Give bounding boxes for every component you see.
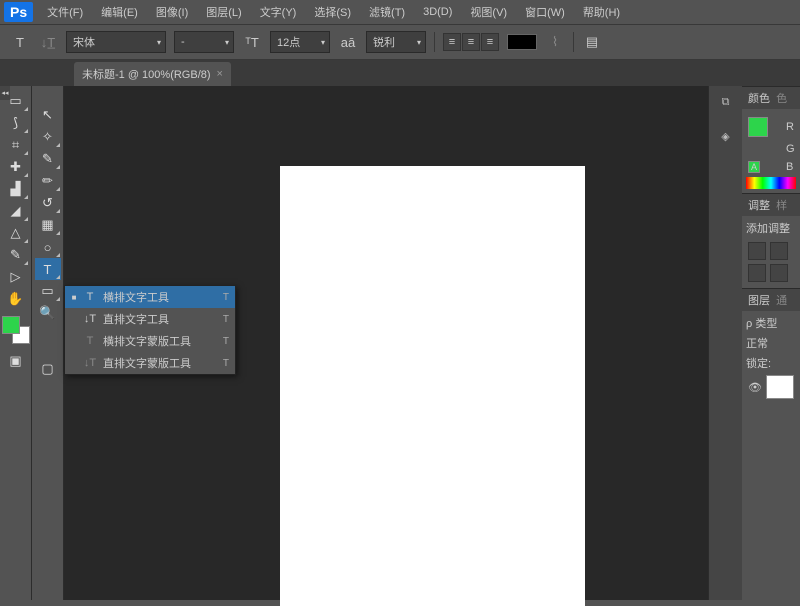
- layers-panel: 图层 通 ρ 类型 正常 锁定: 👁: [742, 288, 800, 405]
- color-panel-tab[interactable]: 颜色 色: [742, 87, 800, 109]
- adjustment-icon[interactable]: [770, 264, 788, 282]
- document-tab[interactable]: 未标题-1 @ 100%(RGB/8) ×: [74, 62, 231, 86]
- font-family-select[interactable]: 宋体: [66, 31, 166, 53]
- stamp-tool[interactable]: ▟: [3, 178, 29, 200]
- menu-3d[interactable]: 3D(D): [415, 2, 460, 22]
- text-align-group: ≡ ≡ ≡: [443, 33, 499, 51]
- font-size-icon: ᵀT: [242, 32, 262, 52]
- adjustment-icon[interactable]: [748, 242, 766, 260]
- options-bar: T ↓T̲ 宋体 - ᵀT 12点 aā 锐利 ≡ ≡ ≡ ⌇ ▤: [0, 24, 800, 60]
- menu-select[interactable]: 选择(S): [306, 0, 359, 24]
- orientation-toggle-icon[interactable]: ↓T̲: [38, 32, 58, 52]
- screenmode-icon[interactable]: ▢: [35, 358, 61, 380]
- toolbox: ◂◂ ▭ ⟆ ⌗ ✚ ▟ ◢ △ ✎ ▷ ✋ ▣ ↖ ✧ ✎ ✏ ↺ ▦ ○: [0, 86, 64, 600]
- dodge-tool[interactable]: ○: [35, 236, 61, 258]
- marquee-tool[interactable]: ▭: [3, 90, 29, 112]
- pen-tool[interactable]: ✎: [3, 244, 29, 266]
- lock-label: 锁定:: [746, 353, 796, 373]
- menu-bar: Ps 文件(F) 编辑(E) 图像(I) 图层(L) 文字(Y) 选择(S) 滤…: [0, 0, 800, 24]
- brush-tool[interactable]: ✏: [35, 170, 61, 192]
- menu-help[interactable]: 帮助(H): [575, 0, 628, 24]
- bullet-icon: ■: [71, 293, 77, 302]
- fg-color-large[interactable]: [748, 117, 768, 137]
- flyout-vertical-type-mask[interactable]: ↓T 直排文字蒙版工具 T: [65, 352, 235, 374]
- layer-row[interactable]: 👁: [746, 373, 796, 401]
- flyout-horizontal-type-mask[interactable]: T 横排文字蒙版工具 T: [65, 330, 235, 352]
- menu-layer[interactable]: 图层(L): [198, 0, 249, 24]
- aa-label: aā: [338, 32, 358, 52]
- flyout-vertical-type[interactable]: ↓T 直排文字工具 T: [65, 308, 235, 330]
- menu-image[interactable]: 图像(I): [148, 0, 196, 24]
- warp-text-icon[interactable]: ⌇: [545, 32, 565, 52]
- color-panel: 颜色 色 R G AB: [742, 86, 800, 193]
- aa-select[interactable]: 锐利: [366, 31, 426, 53]
- hand-tool[interactable]: ✋: [3, 288, 29, 310]
- adjustment-icon[interactable]: [748, 264, 766, 282]
- quickmask-icon[interactable]: ▣: [3, 350, 29, 372]
- adjustment-icon[interactable]: [770, 242, 788, 260]
- close-icon[interactable]: ×: [217, 68, 223, 80]
- font-size-select[interactable]: 12点: [270, 31, 330, 53]
- zoom-tool[interactable]: 🔍: [35, 302, 61, 324]
- paragraph-panel-icon[interactable]: ▤: [582, 32, 602, 52]
- dock-strip: ⧉ ◈: [708, 86, 742, 600]
- layers-tab[interactable]: 图层 通: [742, 289, 800, 311]
- eyedropper-tool[interactable]: ✎: [35, 148, 61, 170]
- type-tool[interactable]: T: [35, 258, 61, 280]
- type-tool-flyout: ■ T 横排文字工具 T ↓T 直排文字工具 T T 横排文字蒙版工具 T ↓T…: [64, 285, 236, 375]
- history-brush-tool[interactable]: ↺: [35, 192, 61, 214]
- vertical-type-mask-icon: ↓T: [83, 357, 97, 369]
- blend-mode[interactable]: 正常: [746, 333, 796, 353]
- path-select-tool[interactable]: ▷: [3, 266, 29, 288]
- eraser-tool[interactable]: ◢: [3, 200, 29, 222]
- text-color-swatch[interactable]: [507, 34, 537, 50]
- type-tool-preset-icon[interactable]: T: [10, 32, 30, 52]
- align-right-icon[interactable]: ≡: [481, 33, 499, 51]
- ps-logo: Ps: [4, 2, 33, 22]
- adjustments-panel: 调整 样 添加调整: [742, 193, 800, 288]
- font-style-select[interactable]: -: [174, 31, 234, 53]
- move-tool[interactable]: ↖: [35, 104, 61, 126]
- menu-filter[interactable]: 滤镜(T): [361, 0, 413, 24]
- history-panel-icon[interactable]: ⧉: [716, 92, 736, 112]
- canvas-area: ■ T 横排文字工具 T ↓T 直排文字工具 T T 横排文字蒙版工具 T ↓T…: [64, 86, 800, 600]
- crop-tool[interactable]: ⌗: [3, 134, 29, 156]
- menu-file[interactable]: 文件(F): [39, 0, 91, 24]
- layer-thumbnail[interactable]: [766, 375, 794, 399]
- lasso-tool[interactable]: ⟆: [3, 112, 29, 134]
- warn-icon: A: [748, 161, 760, 173]
- divider: [573, 32, 574, 52]
- align-center-icon[interactable]: ≡: [462, 33, 480, 51]
- type-icon: T: [83, 291, 97, 303]
- align-left-icon[interactable]: ≡: [443, 33, 461, 51]
- color-spectrum[interactable]: [746, 177, 796, 189]
- gradient-tool[interactable]: ▦: [35, 214, 61, 236]
- blur-tool[interactable]: △: [3, 222, 29, 244]
- adjustments-hint: 添加调整: [746, 220, 796, 236]
- main-area: ◂◂ ▭ ⟆ ⌗ ✚ ▟ ◢ △ ✎ ▷ ✋ ▣ ↖ ✧ ✎ ✏ ↺ ▦ ○: [0, 86, 800, 600]
- document-tabbar: 未标题-1 @ 100%(RGB/8) ×: [0, 60, 800, 86]
- flyout-horizontal-type[interactable]: ■ T 横排文字工具 T: [65, 286, 235, 308]
- menu-window[interactable]: 窗口(W): [517, 0, 573, 24]
- magic-wand-tool[interactable]: ✧: [35, 126, 61, 148]
- properties-panel-icon[interactable]: ◈: [716, 126, 736, 146]
- color-swatches[interactable]: [2, 316, 30, 344]
- right-dock: ⧉ ◈ 颜色 色 R G AB 调整 样 添加调整: [708, 86, 800, 600]
- foreground-color[interactable]: [2, 316, 20, 334]
- visibility-icon[interactable]: 👁: [748, 381, 762, 394]
- menu-view[interactable]: 视图(V): [462, 0, 515, 24]
- tab-title: 未标题-1 @ 100%(RGB/8): [82, 66, 211, 82]
- type-mask-icon: T: [83, 335, 97, 347]
- canvas[interactable]: [280, 166, 585, 606]
- shape-tool[interactable]: ▭: [35, 280, 61, 302]
- adjustments-tab[interactable]: 调整 样: [742, 194, 800, 216]
- healing-tool[interactable]: ✚: [3, 156, 29, 178]
- divider: [434, 32, 435, 52]
- menu-edit[interactable]: 编辑(E): [93, 0, 146, 24]
- menu-type[interactable]: 文字(Y): [252, 0, 305, 24]
- vertical-type-icon: ↓T: [83, 313, 97, 325]
